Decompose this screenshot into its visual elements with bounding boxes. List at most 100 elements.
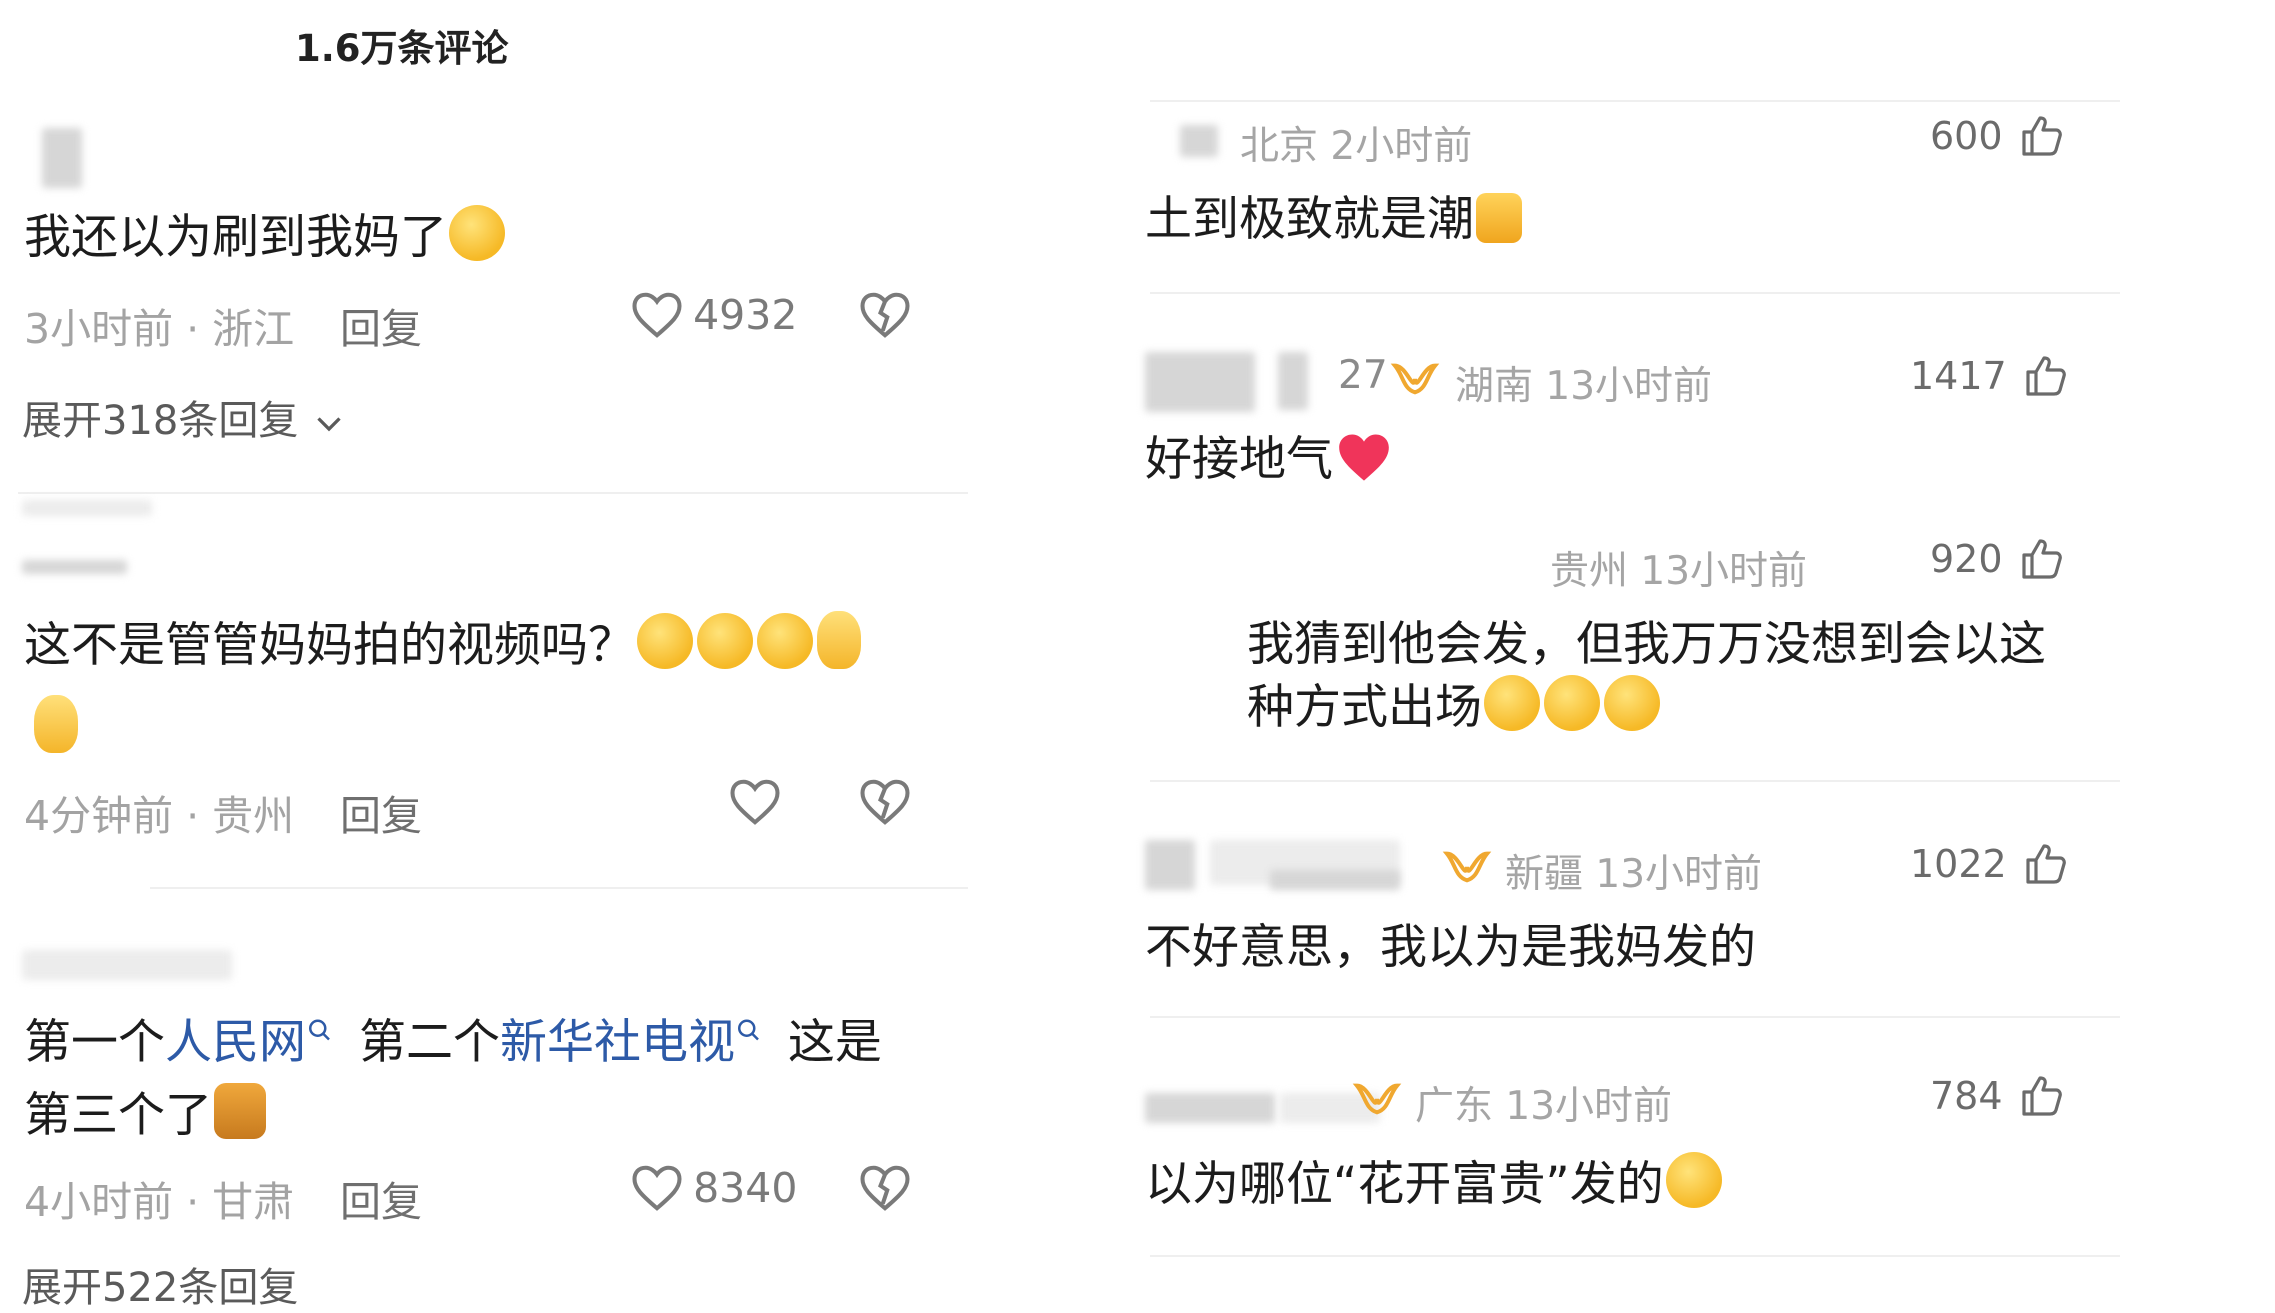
dislike-button[interactable] — [858, 777, 912, 827]
comment-text-content: 种方式出场 — [1247, 680, 1482, 735]
comment-meta: 湖南 13小时前 — [1455, 364, 1713, 409]
broken-heart-icon — [860, 1165, 910, 1211]
reply-button[interactable]: 回复 — [340, 782, 422, 842]
comment-text: 第一个人民网 第二个新华社电视 这是 — [24, 1005, 882, 1081]
comment-text-content: 以为哪位“花开富贵”发的 — [1145, 1157, 1664, 1212]
thumbs-up-icon — [2026, 844, 2066, 884]
username-fragment: 27 — [1338, 353, 1388, 398]
fan-badge-icon — [1390, 363, 1440, 395]
like-count: 600 — [1930, 114, 2003, 158]
comments-count-title: 1.6万条评论 — [295, 27, 509, 70]
laughing-face-emoji — [697, 613, 753, 669]
fan-badge-icon — [1442, 851, 1492, 883]
comment-text-content: 第三个了 — [24, 1088, 212, 1143]
like-button[interactable]: 600 — [1930, 112, 2066, 160]
broken-heart-icon — [860, 779, 910, 825]
comment-text-part: 这是 — [787, 1015, 882, 1070]
comment-text-line2: 种方式出场 — [1247, 668, 1662, 737]
heart-outline-icon — [632, 1165, 682, 1211]
laughing-face-emoji — [1665, 1152, 1722, 1208]
avatar[interactable] — [1145, 1093, 1275, 1123]
comment-text: 我猜到他会发，但我万万没想到会以这 — [1247, 617, 2046, 672]
comment-meta: 北京 2小时前 — [1240, 124, 1473, 169]
comment-meta: 新疆 13小时前 — [1505, 852, 1763, 897]
chevron-down-icon — [317, 417, 341, 432]
comment-text-content: 好接地气 — [1145, 432, 1333, 487]
like-count: 8340 — [693, 1164, 798, 1212]
comment-text-content: 这不是管管妈妈拍的视频吗？ — [24, 618, 635, 673]
expand-replies-label: 展开522条回复 — [22, 1265, 299, 1311]
expand-replies-label: 展开318条回复 — [22, 398, 299, 444]
comment-text: 以为哪位“花开富贵”发的 — [1145, 1145, 1724, 1214]
like-button[interactable]: 4932 — [630, 290, 797, 340]
laughing-face-emoji — [1544, 675, 1600, 731]
like-button[interactable]: 8340 — [630, 1163, 797, 1213]
thumbs-up-emoji — [1476, 193, 1522, 243]
like-count: 1417 — [1910, 354, 2007, 398]
avatar[interactable] — [42, 128, 82, 188]
username-blurred[interactable] — [1270, 870, 1400, 890]
expand-replies-button[interactable]: 展开318条回复 — [22, 388, 347, 446]
comment-text: 土到极致就是潮 — [1145, 180, 1524, 249]
search-link-xinhua[interactable]: 新华社电视 — [500, 1015, 735, 1070]
divider — [1150, 100, 2120, 102]
comment-text-content: 我还以为刷到我妈了 — [24, 210, 447, 265]
like-count: 920 — [1930, 537, 2003, 581]
like-button[interactable]: 784 — [1930, 1072, 2066, 1120]
username-blurred[interactable] — [22, 560, 127, 574]
comment-meta: 广东 13小时前 — [1415, 1084, 1673, 1129]
avatar[interactable] — [1145, 840, 1195, 890]
thumbs-up-icon — [2026, 356, 2066, 396]
fan-badge-icon — [1352, 1083, 1402, 1115]
comment-text-part: 第二个 — [358, 1015, 500, 1070]
username-blurred[interactable] — [1278, 352, 1308, 410]
dislike-button[interactable] — [858, 1163, 912, 1213]
comment-meta: 4小时前 · 甘肃 — [24, 1178, 295, 1226]
cat-emoji — [214, 1083, 266, 1139]
thumbs-up-icon — [2022, 539, 2062, 579]
finger-heart-emoji — [817, 611, 861, 669]
thumbs-up-icon — [2022, 1076, 2062, 1116]
comment-text-part: 第一个 — [24, 1015, 165, 1070]
laughing-face-emoji — [1484, 675, 1540, 731]
divider — [1150, 292, 2120, 294]
search-icon[interactable] — [306, 1017, 332, 1047]
avatar[interactable] — [1145, 352, 1255, 412]
comment-text: 我还以为刷到我妈了 — [24, 200, 507, 276]
laughing-face-emoji — [757, 613, 813, 669]
heart-emoji — [1339, 434, 1389, 481]
thumbs-up-icon — [2022, 116, 2062, 156]
comment-text-line2: 第三个了 — [24, 1078, 268, 1154]
comment-text: 不好意思，我以为是我妈发的 — [1145, 920, 1756, 975]
broken-heart-icon — [860, 292, 910, 338]
divider — [1150, 1016, 2120, 1018]
like-button[interactable]: 1022 — [1910, 840, 2070, 888]
comment-text-content: 土到极致就是潮 — [1145, 192, 1474, 247]
reply-button[interactable]: 回复 — [340, 1168, 422, 1228]
dislike-button[interactable] — [858, 290, 912, 340]
left-comments-panel: 1.6万条评论 我还以为刷到我妈了 3小时前 · 浙江 回复 4932 展开31… — [0, 0, 980, 1311]
laughing-face-emoji — [637, 613, 693, 669]
like-button[interactable] — [728, 777, 782, 827]
avatar[interactable] — [22, 500, 152, 516]
like-count: 4932 — [693, 291, 798, 339]
comment-text: 这不是管管妈妈拍的视频吗？ — [24, 608, 863, 684]
like-button[interactable]: 1417 — [1910, 352, 2070, 400]
search-icon[interactable] — [735, 1017, 761, 1047]
finger-heart-emoji — [34, 695, 78, 753]
expand-replies-button[interactable]: 展开522条回复 — [22, 1255, 298, 1313]
username-blurred[interactable] — [22, 950, 232, 980]
comment-text-line2 — [32, 695, 80, 753]
heart-outline-icon — [632, 292, 682, 338]
comment-text: 好接地气 — [1145, 420, 1393, 489]
like-count: 784 — [1930, 1074, 2003, 1118]
right-comments-panel: 北京 2小时前 600 土到极致就是潮 27 湖南 13小时前 1417 好接地… — [1130, 0, 2275, 1279]
search-link-renminwang[interactable]: 人民网 — [165, 1015, 306, 1070]
like-count: 1022 — [1910, 842, 2007, 886]
like-button[interactable]: 920 — [1930, 535, 2066, 583]
divider — [18, 492, 968, 494]
comment-meta: 贵州 13小时前 — [1550, 549, 1808, 594]
divider — [1150, 1255, 2120, 1257]
avatar[interactable] — [1180, 125, 1218, 157]
reply-button[interactable]: 回复 — [340, 295, 422, 355]
